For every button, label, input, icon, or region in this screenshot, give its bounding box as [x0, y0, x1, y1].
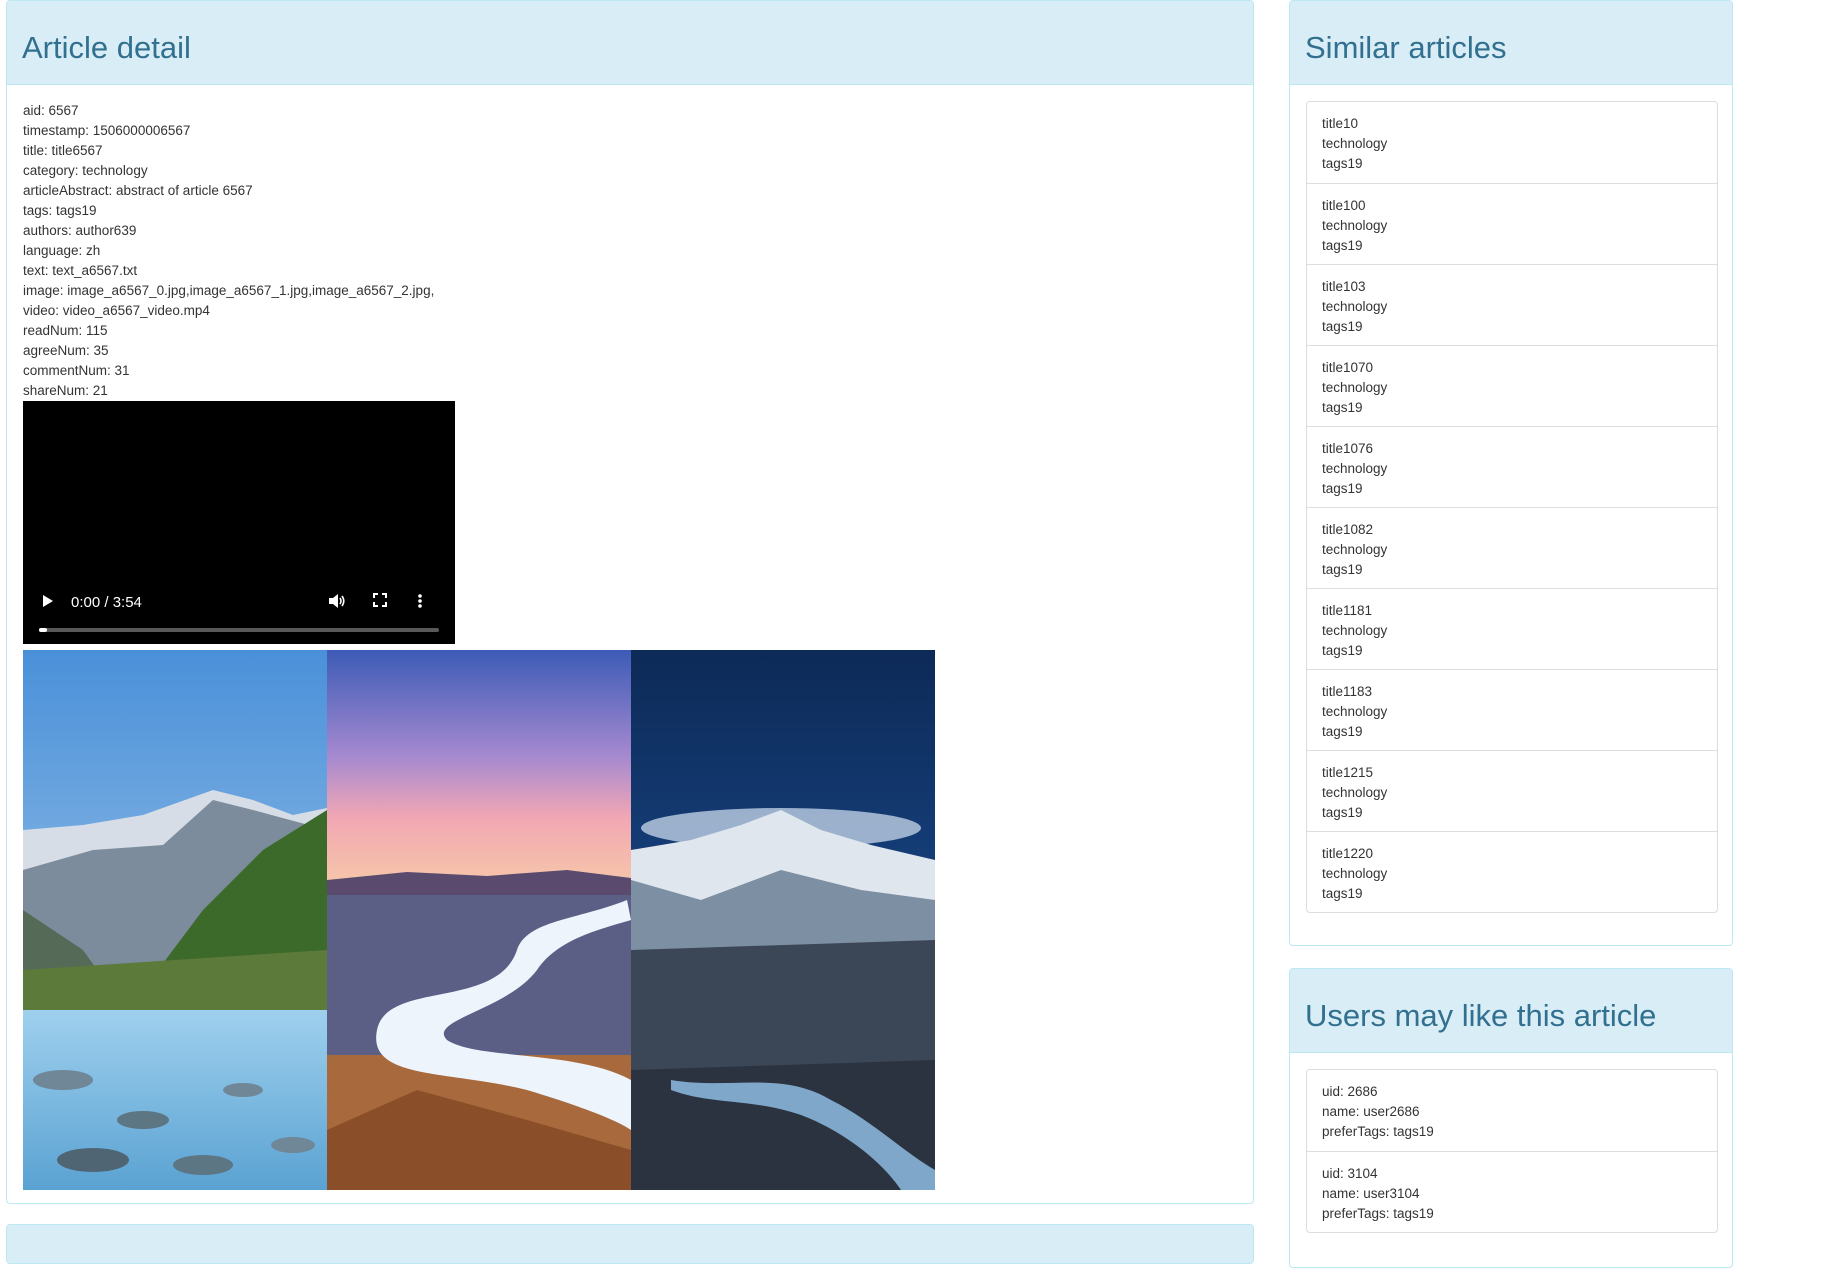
- field-title: title: title6567: [23, 143, 103, 158]
- similar-articles-panel: Similar articles title10 technology tags…: [1289, 0, 1733, 946]
- article-title: title1215: [1322, 765, 1374, 780]
- article-title: title1070: [1322, 360, 1374, 375]
- field-agreenum: agreeNum: 35: [23, 343, 109, 358]
- article-tags: tags19: [1322, 238, 1363, 253]
- article-tags: tags19: [1322, 805, 1363, 820]
- field-video: video: video_a6567_video.mp4: [23, 303, 210, 318]
- play-icon[interactable]: [41, 593, 55, 615]
- more-options-icon[interactable]: [417, 593, 423, 615]
- article-title: title10: [1322, 116, 1359, 131]
- article-category: technology: [1322, 704, 1388, 719]
- similar-articles-title: Similar articles: [1305, 30, 1507, 65]
- users-may-like-panel: Users may like this article uid: 2686 na…: [1289, 968, 1733, 1268]
- field-category: category: technology: [23, 163, 148, 178]
- field-aid: aid: 6567: [23, 103, 79, 118]
- article-category: technology: [1322, 623, 1388, 638]
- article-tags: tags19: [1322, 643, 1363, 658]
- user-item[interactable]: uid: 2686 name: user2686 preferTags: tag…: [1307, 1070, 1717, 1151]
- video-progress-bar[interactable]: [39, 628, 439, 632]
- similar-article-item[interactable]: title1220 technology tags19: [1307, 831, 1717, 912]
- volume-icon[interactable]: [328, 593, 346, 615]
- users-may-like-heading: Users may like this article: [1290, 969, 1732, 1053]
- article-title: title1082: [1322, 522, 1374, 537]
- similar-article-item[interactable]: title10 technology tags19: [1307, 102, 1717, 183]
- similar-articles-list: title10 technology tags19 title100 techn…: [1306, 101, 1718, 913]
- article-fields: aid: 6567 timestamp: 1506000006567 title…: [23, 101, 434, 401]
- article-category: technology: [1322, 218, 1388, 233]
- field-sharenum: shareNum: 21: [23, 383, 108, 398]
- article-category: technology: [1322, 380, 1388, 395]
- article-detail-panel: Article detail aid: 6567 timestamp: 1506…: [6, 0, 1254, 1204]
- image-gallery: [23, 650, 935, 1190]
- article-title: title103: [1322, 279, 1366, 294]
- article-category: technology: [1322, 542, 1388, 557]
- article-tags: tags19: [1322, 156, 1363, 171]
- article-category: technology: [1322, 461, 1388, 476]
- similar-article-item[interactable]: title1082 technology tags19: [1307, 507, 1717, 588]
- next-panel: [6, 1224, 1254, 1264]
- article-tags: tags19: [1322, 481, 1363, 496]
- field-authors: authors: author639: [23, 223, 137, 238]
- article-category: technology: [1322, 299, 1388, 314]
- similar-article-item[interactable]: title100 technology tags19: [1307, 183, 1717, 264]
- article-title: title1183: [1322, 684, 1373, 699]
- article-tags: tags19: [1322, 886, 1363, 901]
- user-item[interactable]: uid: 3104 name: user3104 preferTags: tag…: [1307, 1151, 1717, 1232]
- similar-article-item[interactable]: title1183 technology tags19: [1307, 669, 1717, 750]
- users-list: uid: 2686 name: user2686 preferTags: tag…: [1306, 1069, 1718, 1233]
- article-title: title1181: [1322, 603, 1373, 618]
- user-uid: uid: 2686: [1322, 1084, 1378, 1099]
- similar-article-item[interactable]: title1215 technology tags19: [1307, 750, 1717, 831]
- user-prefer-tags: preferTags: tags19: [1322, 1124, 1434, 1139]
- next-panel-heading: [7, 1225, 1253, 1263]
- similar-article-item[interactable]: title1076 technology tags19: [1307, 426, 1717, 507]
- article-tags: tags19: [1322, 724, 1363, 739]
- video-player[interactable]: 0:00 / 3:54: [23, 401, 455, 644]
- article-image-2: [327, 650, 631, 1190]
- users-may-like-title: Users may like this article: [1305, 998, 1657, 1033]
- field-text: text: text_a6567.txt: [23, 263, 138, 278]
- article-tags: tags19: [1322, 400, 1363, 415]
- similar-articles-heading: Similar articles: [1290, 1, 1732, 85]
- field-readnum: readNum: 115: [23, 323, 108, 338]
- field-abstract: articleAbstract: abstract of article 656…: [23, 183, 253, 198]
- video-time: 0:00 / 3:54: [71, 594, 142, 611]
- fullscreen-icon[interactable]: [373, 593, 387, 613]
- article-image-3: [631, 650, 935, 1190]
- field-timestamp: timestamp: 1506000006567: [23, 123, 191, 138]
- article-category: technology: [1322, 785, 1388, 800]
- field-commentnum: commentNum: 31: [23, 363, 130, 378]
- similar-article-item[interactable]: title1181 technology tags19: [1307, 588, 1717, 669]
- field-language: language: zh: [23, 243, 101, 258]
- user-name: name: user3104: [1322, 1186, 1420, 1201]
- article-category: technology: [1322, 136, 1388, 151]
- article-category: technology: [1322, 866, 1388, 881]
- article-title: title100: [1322, 198, 1366, 213]
- video-controls: 0:00 / 3:54: [23, 554, 455, 644]
- field-image: image: image_a6567_0.jpg,image_a6567_1.j…: [23, 283, 435, 298]
- user-uid: uid: 3104: [1322, 1166, 1378, 1181]
- user-name: name: user2686: [1322, 1104, 1420, 1119]
- article-detail-title: Article detail: [22, 30, 191, 65]
- similar-article-item[interactable]: title103 technology tags19: [1307, 264, 1717, 345]
- video-progress-fill: [39, 628, 47, 632]
- article-image-1: [23, 650, 327, 1190]
- field-tags: tags: tags19: [23, 203, 97, 218]
- article-tags: tags19: [1322, 319, 1363, 334]
- article-title: title1076: [1322, 441, 1374, 456]
- article-tags: tags19: [1322, 562, 1363, 577]
- article-title: title1220: [1322, 846, 1374, 861]
- similar-article-item[interactable]: title1070 technology tags19: [1307, 345, 1717, 426]
- user-prefer-tags: preferTags: tags19: [1322, 1206, 1434, 1221]
- article-detail-heading: Article detail: [7, 1, 1253, 85]
